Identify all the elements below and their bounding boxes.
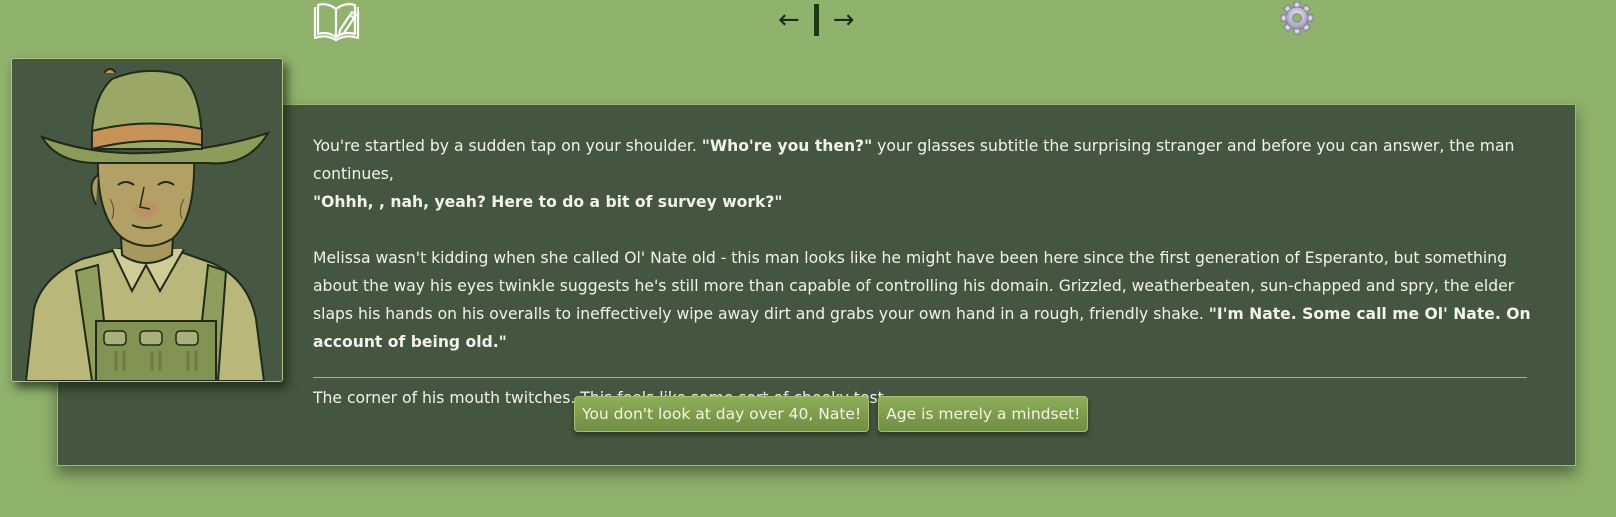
journal-icon — [313, 3, 360, 42]
journal-button[interactable] — [312, 0, 362, 44]
story-text-span: You're startled by a sudden tap on your … — [313, 137, 702, 155]
story-paragraph-2: Melissa wasn't kidding when she called O… — [313, 244, 1538, 356]
settings-button[interactable] — [1280, 1, 1314, 35]
back-arrow-button[interactable]: ← — [776, 2, 802, 38]
choice-button-1[interactable]: You don't look at day over 40, Nate! — [574, 396, 870, 432]
dialogue-quote: "Who're you then?" — [701, 137, 873, 155]
character-portrait — [11, 58, 283, 382]
dialogue-quote: "Ohhh, , nah, yeah? Here to do a bit of … — [313, 193, 783, 211]
story-paragraph-1: You're startled by a sudden tap on your … — [313, 132, 1538, 216]
page-navigation: ← → — [776, 0, 857, 40]
choices-row: You don't look at day over 40, Nate! Age… — [574, 396, 1089, 432]
top-bar: ← → — [0, 0, 1616, 44]
choices-divider — [313, 377, 1527, 378]
nav-divider — [813, 4, 819, 36]
old-man-portrait-image — [12, 59, 282, 381]
story-text: You're startled by a sudden tap on your … — [313, 132, 1538, 440]
choice-button-2[interactable]: Age is merely a mindset! — [878, 396, 1089, 432]
gear-icon — [1280, 1, 1314, 35]
forward-arrow-button[interactable]: → — [831, 2, 857, 38]
